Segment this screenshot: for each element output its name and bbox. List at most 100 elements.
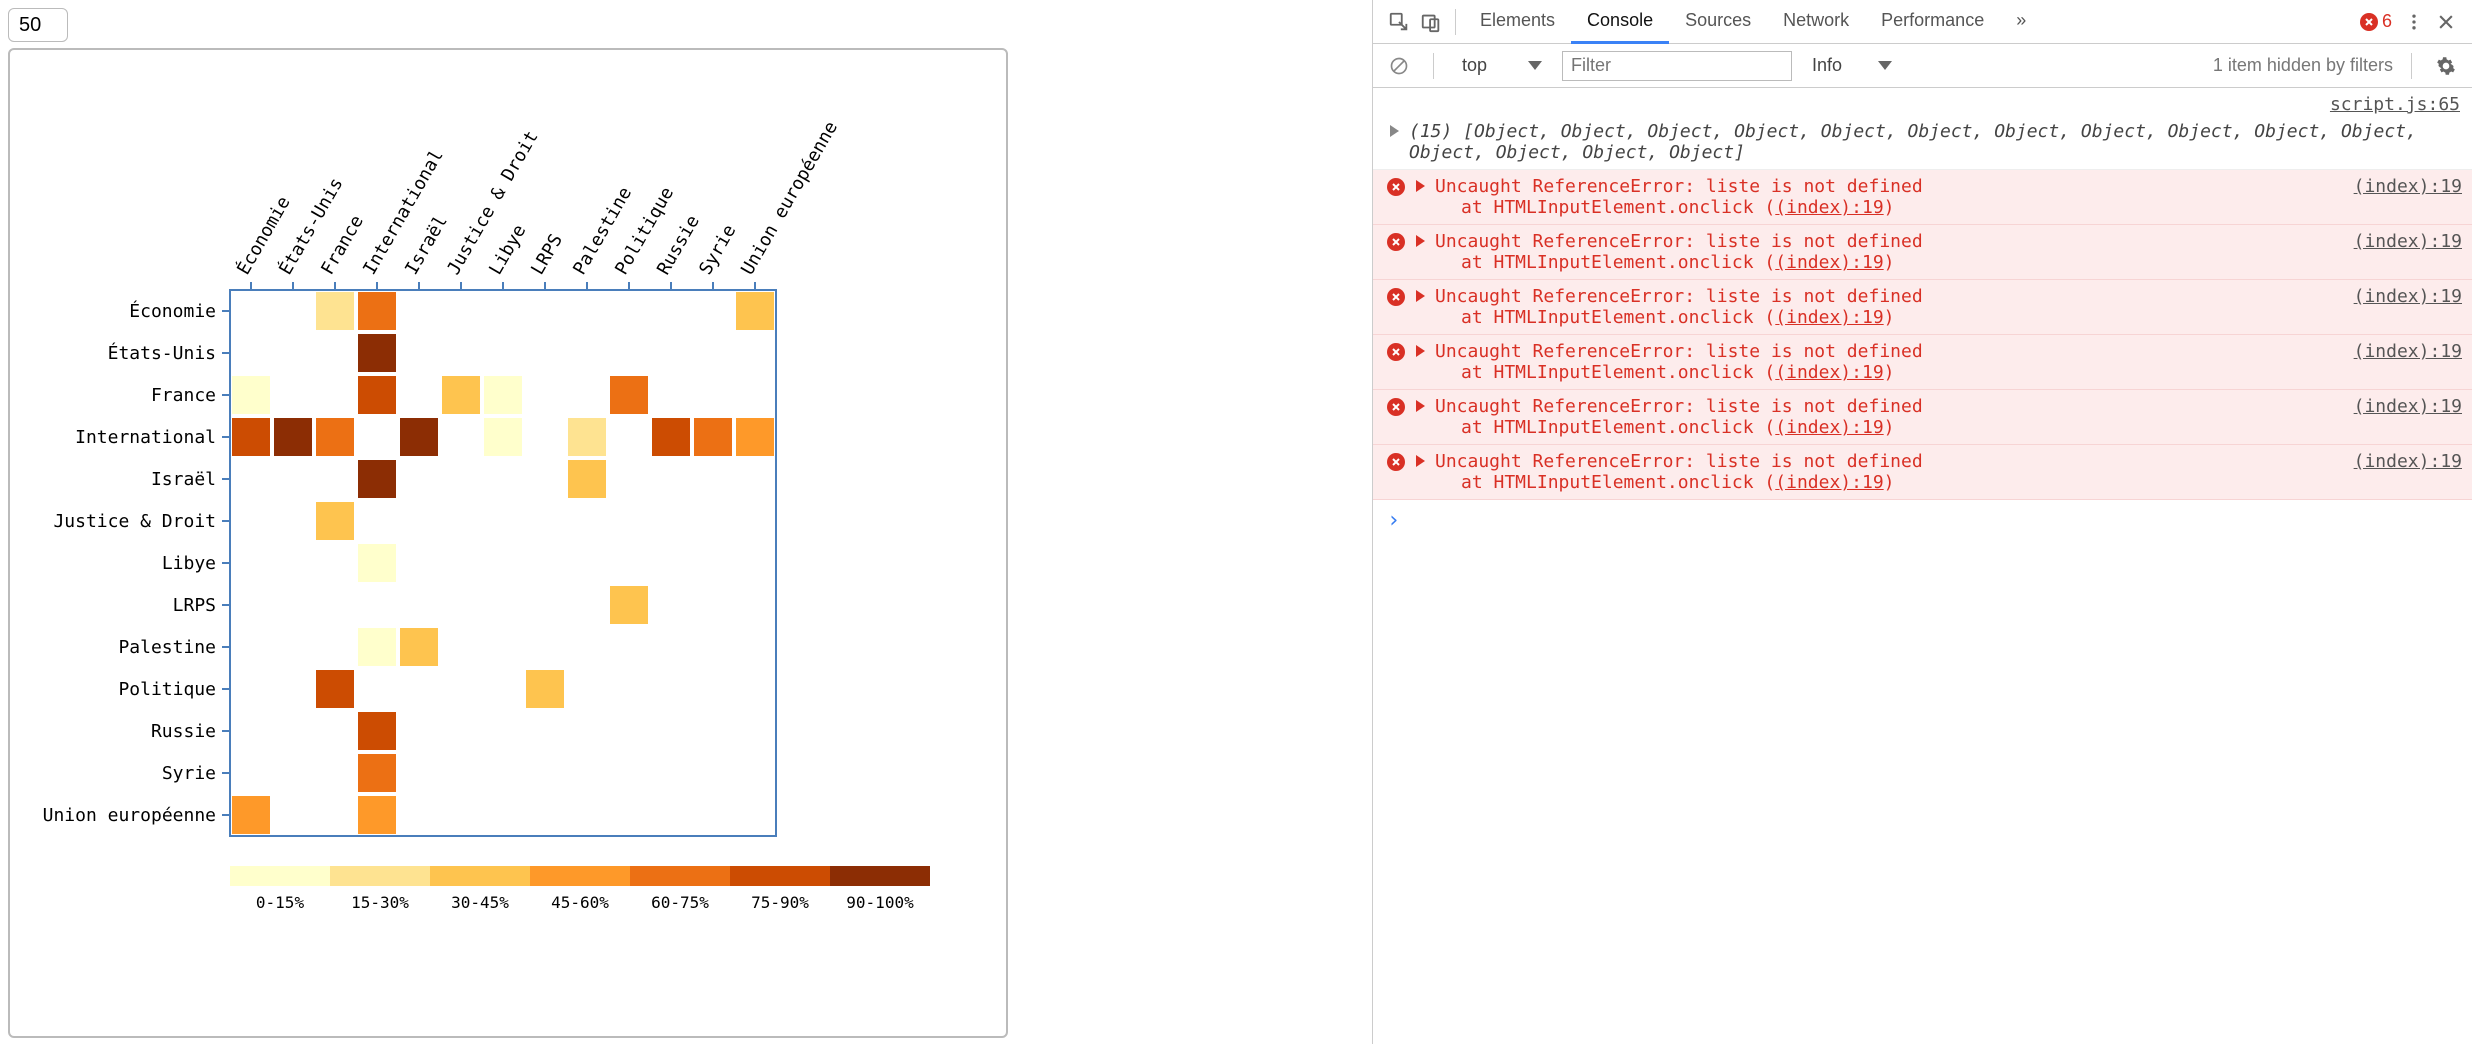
error-source-link[interactable]: (index):19 <box>2354 231 2462 252</box>
expand-icon[interactable] <box>1413 341 1427 362</box>
legend-label: 30-45% <box>451 893 509 912</box>
error-icon <box>2360 13 2378 31</box>
heatmap-cell <box>484 418 522 456</box>
error-icon <box>1387 398 1405 416</box>
legend-swatch <box>830 866 930 886</box>
gear-icon[interactable] <box>2430 50 2462 82</box>
separator <box>2411 53 2412 79</box>
separator <box>1433 53 1434 79</box>
heatmap-row-label: Économie <box>129 300 216 322</box>
console-error-row: Uncaught ReferenceError: liste is not de… <box>1373 335 2472 390</box>
heatmap-cell <box>442 376 480 414</box>
heatmap-cell <box>232 376 270 414</box>
console-error-row: Uncaught ReferenceError: liste is not de… <box>1373 390 2472 445</box>
heatmap-cell <box>736 292 774 330</box>
heatmap-cell <box>232 796 270 834</box>
log-source-link[interactable]: script.js:65 <box>1373 88 2472 115</box>
console-prompt[interactable] <box>1373 500 2472 541</box>
error-stack-link[interactable]: (index):19 <box>1775 417 1883 438</box>
devtools-tabbar: ElementsConsoleSourcesNetworkPerformance… <box>1373 0 2472 44</box>
error-source-link[interactable]: (index):19 <box>2354 286 2462 307</box>
legend-swatch <box>230 866 330 886</box>
heatmap-cell <box>610 376 648 414</box>
heatmap-col-label: Syrie <box>695 221 740 278</box>
heatmap-svg: Économie États-Unis France International Isr… <box>10 50 1010 1040</box>
heatmap-cell <box>316 502 354 540</box>
error-stack-link[interactable]: (index):19 <box>1775 472 1883 493</box>
error-stack-link[interactable]: (index):19 <box>1775 252 1883 273</box>
heatmap-cell <box>358 460 396 498</box>
heatmap-cell <box>358 628 396 666</box>
heatmap-cell <box>526 670 564 708</box>
console-filter-input[interactable] <box>1562 51 1792 81</box>
console-toolbar: top Info 1 item hidden by filters <box>1373 44 2472 88</box>
heatmap-row-label: Syrie <box>162 763 216 784</box>
tab-performance[interactable]: Performance <box>1865 0 2000 44</box>
tab-network[interactable]: Network <box>1767 0 1865 44</box>
tab-sources[interactable]: Sources <box>1669 0 1767 44</box>
heatmap-cell <box>568 460 606 498</box>
heatmap-cell <box>358 334 396 372</box>
heatmap-row-label: Israël <box>151 469 216 490</box>
context-label: top <box>1462 55 1487 76</box>
expand-icon[interactable] <box>1413 176 1427 197</box>
error-message: Uncaught ReferenceError: liste is not de… <box>1435 286 2346 328</box>
console-error-row: Uncaught ReferenceError: liste is not de… <box>1373 225 2472 280</box>
tab-elements[interactable]: Elements <box>1464 0 1571 44</box>
heatmap-cell <box>358 796 396 834</box>
heatmap-row-label: France <box>151 385 216 406</box>
expand-icon[interactable] <box>1387 121 1401 142</box>
expand-icon[interactable] <box>1413 231 1427 252</box>
heatmap-col-label: Union européenne <box>737 118 842 279</box>
error-icon <box>1387 453 1405 471</box>
expand-icon[interactable] <box>1413 396 1427 417</box>
clear-console-icon[interactable] <box>1383 50 1415 82</box>
heatmap-row-label: Politique <box>118 679 216 700</box>
log-level-selector[interactable]: Info <box>1802 51 1902 80</box>
heatmap-chart: Économie États-Unis France International Isr… <box>8 48 1008 1038</box>
heatmap-row-label: International <box>75 427 216 448</box>
heatmap-cell <box>358 376 396 414</box>
legend-label: 45-60% <box>551 893 609 912</box>
error-icon <box>1387 288 1405 306</box>
device-toggle-icon[interactable] <box>1415 6 1447 38</box>
kebab-menu-icon[interactable] <box>2398 6 2430 38</box>
legend-label: 75-90% <box>751 893 809 912</box>
error-stack-link[interactable]: (index):19 <box>1775 197 1883 218</box>
heatmap-cell <box>316 292 354 330</box>
error-stack-link[interactable]: (index):19 <box>1775 307 1883 328</box>
console-output: script.js:65 (15) [Object, Object, Objec… <box>1373 88 2472 1044</box>
error-icon <box>1387 233 1405 251</box>
error-source-link[interactable]: (index):19 <box>2354 176 2462 197</box>
heatmap-cell <box>694 418 732 456</box>
error-source-link[interactable]: (index):19 <box>2354 451 2462 472</box>
heatmap-cell <box>400 628 438 666</box>
error-source-link[interactable]: (index):19 <box>2354 396 2462 417</box>
error-message: Uncaught ReferenceError: liste is not de… <box>1435 231 2346 273</box>
inspect-icon[interactable] <box>1383 6 1415 38</box>
context-selector[interactable]: top <box>1452 51 1552 80</box>
error-stack-link[interactable]: (index):19 <box>1775 362 1883 383</box>
heatmap-cell <box>316 670 354 708</box>
expand-icon[interactable] <box>1413 451 1427 472</box>
log-message: (15) [Object, Object, Object, Object, Ob… <box>1409 121 2462 163</box>
error-message: Uncaught ReferenceError: liste is not de… <box>1435 396 2346 438</box>
threshold-input[interactable] <box>8 8 68 42</box>
tab-console[interactable]: Console <box>1571 0 1669 44</box>
heatmap-row-label: États-Unis <box>108 342 216 364</box>
heatmap-cell <box>232 418 270 456</box>
error-source-link[interactable]: (index):19 <box>2354 341 2462 362</box>
heatmap-cell <box>568 418 606 456</box>
devtools-panel: ElementsConsoleSourcesNetworkPerformance… <box>1372 0 2472 1044</box>
error-message: Uncaught ReferenceError: liste is not de… <box>1435 176 2346 218</box>
heatmap-row-label: LRPS <box>173 595 216 616</box>
error-count-badge[interactable]: 6 <box>2360 11 2392 32</box>
close-icon[interactable] <box>2430 6 2462 38</box>
level-label: Info <box>1812 55 1842 76</box>
heatmap-row-label: Justice & Droit <box>53 511 216 532</box>
expand-icon[interactable] <box>1413 286 1427 307</box>
overflow-tabs[interactable]: » <box>2000 0 2042 44</box>
error-icon <box>1387 343 1405 361</box>
heatmap-cell <box>358 712 396 750</box>
separator <box>1455 9 1456 35</box>
